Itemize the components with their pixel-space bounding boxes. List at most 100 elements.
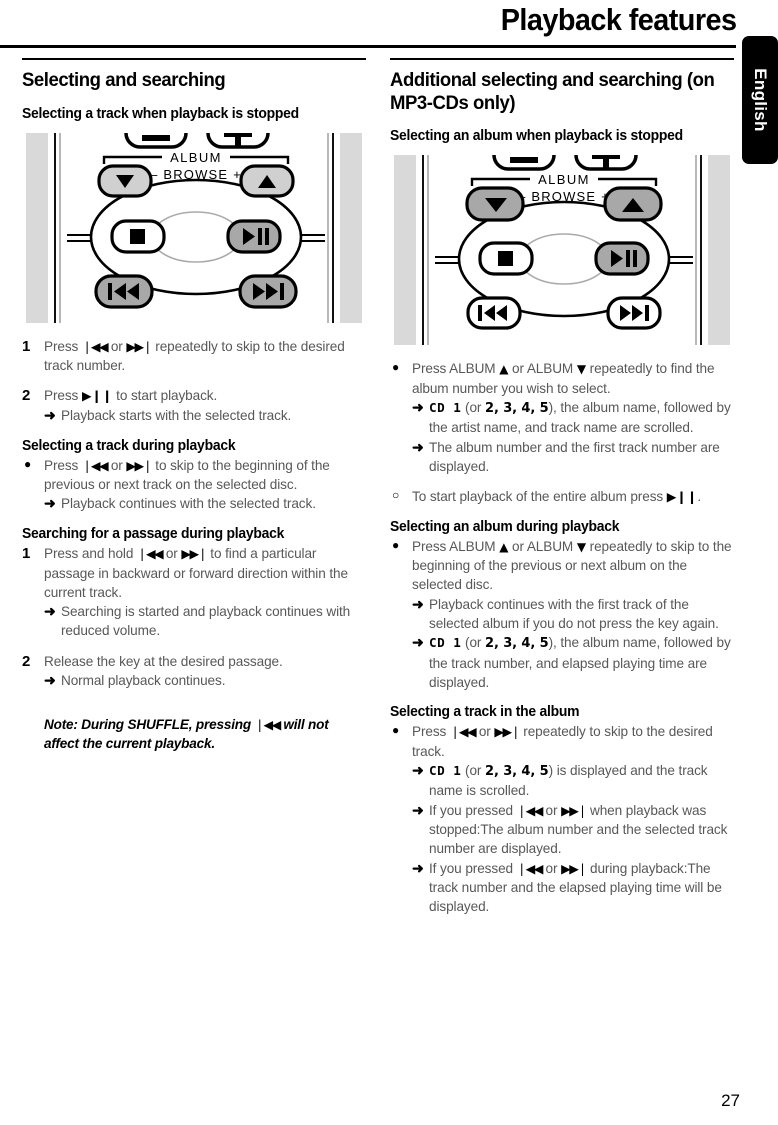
b3-text-a: Press — [412, 724, 450, 740]
left-column-rule — [22, 58, 366, 60]
right-sub2-title: Selecting an album during playback — [390, 518, 620, 535]
b2-text-b: or ALBUM — [508, 538, 577, 554]
prev-track-icon: ❘◀◀ — [254, 716, 282, 732]
page-title: Playback features — [500, 2, 736, 37]
illustration-track-keys: ALBUM – BROWSE + — [22, 132, 366, 323]
bullet-icon: ● — [24, 456, 32, 471]
result-text-a: (or — [461, 762, 486, 778]
svg-text:ALBUM: ALBUM — [170, 150, 222, 165]
arrow-icon: ➜ — [412, 398, 424, 415]
prev-track-icon: ❘◀◀ — [516, 860, 544, 876]
arrow-icon: ➜ — [412, 801, 424, 818]
sub2-text-b: or — [107, 457, 127, 473]
left-column: Selecting and searching Selecting a trac… — [22, 58, 366, 927]
note-body: Note: During SHUFFLE, pressing ❘◀◀ will … — [44, 715, 366, 754]
result-text: CD 1 (or 2, 3, 4, 5), the album name, fo… — [429, 398, 734, 438]
play-pause-icon: ▶❙❙ — [666, 489, 698, 505]
result-line: ➜ Normal playback continues. — [44, 671, 366, 691]
step-number: 1 — [22, 337, 31, 355]
result-text: Normal playback continues. — [61, 673, 226, 688]
result-text: CD 1 (or 2, 3, 4, 5) is displayed and th… — [429, 761, 734, 801]
circle-body: To start playback of the entire album pr… — [412, 487, 734, 506]
circle-text-b: . — [697, 489, 702, 505]
right-sub3-title: Selecting a track in the album — [390, 704, 580, 721]
bullet-body: Press ❘◀◀ or ▶▶❘ to skip to the beginnin… — [44, 456, 366, 514]
result-text-b: or — [541, 860, 562, 876]
play-pause-icon: ▶❙❙ — [81, 388, 113, 404]
step-number: 2 — [22, 652, 31, 670]
disc-numbers: 2, 3, 4, 5 — [485, 400, 549, 416]
next-track-icon: ▶▶❘ — [181, 546, 208, 562]
result-line: ➜ The album number and the first track n… — [412, 438, 734, 477]
step-body: Press ▶❙❙ to start playback. ➜ Playback … — [44, 386, 366, 425]
arrow-icon: ➜ — [412, 859, 424, 876]
step4-text: Release the key at the desired passage. — [44, 653, 283, 669]
bullet-body: Press ALBUM ▲ or ALBUM ▼ repeatedly to s… — [412, 537, 734, 693]
next-track-icon: ▶▶❘ — [126, 457, 153, 473]
step2-text-a: Press — [44, 388, 82, 404]
right-sub1-title: Selecting an album when playback is stop… — [390, 128, 683, 145]
result-line: ➜ CD 1 (or 2, 3, 4, 5), the album name, … — [412, 633, 734, 692]
prev-track-icon: ❘◀◀ — [449, 724, 477, 740]
right-bullet-1: ● Press ALBUM ▲ or ALBUM ▼ repeatedly to… — [390, 359, 734, 476]
arrow-icon: ➜ — [412, 595, 424, 612]
bullet-icon: ● — [392, 360, 400, 375]
prev-track-icon: ❘◀◀ — [81, 457, 109, 473]
left-step-1: 1 Press ❘◀◀ or ▶▶❘ repeatedly to skip to… — [22, 337, 366, 376]
result-line: ➜ If you pressed ❘◀◀ or ▶▶❘ when playbac… — [412, 801, 734, 859]
sub2-text-a: Press — [44, 457, 82, 473]
hollow-bullet-icon: ○ — [392, 488, 400, 503]
prev-track-icon: ❘◀◀ — [516, 802, 544, 818]
right-section-title: Additional selecting and searching (on M… — [390, 69, 715, 114]
b2-text-a: Press ALBUM — [412, 538, 500, 554]
result-text-a: If you pressed — [429, 860, 517, 876]
display-text-cd1: CD 1 — [429, 635, 462, 651]
step1-text-a: Press — [44, 338, 82, 354]
content-columns: Selecting and searching Selecting a trac… — [22, 58, 734, 927]
b3-text-b: or — [475, 724, 495, 740]
result-text: If you pressed ❘◀◀ or ▶▶❘ when playback … — [429, 801, 734, 859]
result-text-a: (or — [461, 399, 486, 415]
step-body: Press and hold ❘◀◀ or ▶▶❘ to find a part… — [44, 544, 366, 640]
result-text: Playback starts with the selected track. — [61, 407, 292, 423]
right-column-rule — [390, 58, 734, 60]
circle-text-a: To start playback of the entire album pr… — [412, 489, 667, 505]
album-up-icon: ▲ — [499, 362, 509, 377]
left-step-3: 1 Press and hold ❘◀◀ or ▶▶❘ to find a pa… — [22, 544, 366, 640]
b1-text-b: or ALBUM — [508, 361, 577, 377]
result-line: ➜ Playback continues with the selected t… — [44, 494, 366, 514]
left-sub2-bullet: ● Press ❘◀◀ or ▶▶❘ to skip to the beginn… — [22, 456, 366, 514]
left-note-block: Note: During SHUFFLE, pressing ❘◀◀ will … — [22, 702, 366, 754]
b1-text-a: Press ALBUM — [412, 361, 500, 377]
step-body: Release the key at the desired passage. … — [44, 652, 366, 691]
prev-track-icon: ❘◀◀ — [136, 546, 164, 562]
left-sub2-title: Selecting a track during playback — [22, 437, 236, 454]
arrow-icon: ➜ — [412, 438, 424, 455]
result-text: The album number and the first track num… — [429, 439, 720, 474]
next-track-icon: ▶▶❘ — [494, 724, 521, 740]
step-body: Press ❘◀◀ or ▶▶❘ repeatedly to skip to t… — [44, 337, 366, 376]
arrow-icon: ➜ — [44, 672, 56, 688]
arrow-icon: ➜ — [44, 406, 56, 423]
page-header: Playback features — [0, 0, 778, 48]
sub3-text-a: Press and hold — [44, 546, 137, 562]
right-bullet-3: ● Press ❘◀◀ or ▶▶❘ repeatedly to skip to… — [390, 722, 734, 916]
result-text-a: (or — [461, 635, 486, 651]
result-text: If you pressed ❘◀◀ or ▶▶❘ during playbac… — [429, 859, 734, 917]
result-line: ➜ Playback continues with the first trac… — [412, 595, 734, 634]
next-track-icon: ▶▶❘ — [561, 802, 588, 818]
bullet-body: Press ALBUM ▲ or ALBUM ▼ repeatedly to f… — [412, 359, 734, 476]
bullet-icon: ● — [392, 723, 400, 738]
result-text-a: If you pressed — [429, 802, 517, 818]
next-track-icon: ▶▶❘ — [126, 338, 153, 354]
bullet-body: Press ❘◀◀ or ▶▶❘ repeatedly to skip to t… — [412, 722, 734, 916]
arrow-icon: ➜ — [412, 634, 424, 651]
note-text-a: Note: During SHUFFLE, pressing — [44, 716, 255, 732]
language-tab-label: English — [751, 68, 770, 132]
result-text: Searching is started and playback contin… — [61, 604, 351, 639]
page-number: 27 — [721, 1091, 740, 1110]
right-column: Additional selecting and searching (on M… — [390, 58, 734, 927]
display-text-cd1: CD 1 — [429, 399, 462, 415]
display-text-cd1: CD 1 — [429, 762, 462, 778]
step-number: 1 — [22, 545, 31, 563]
